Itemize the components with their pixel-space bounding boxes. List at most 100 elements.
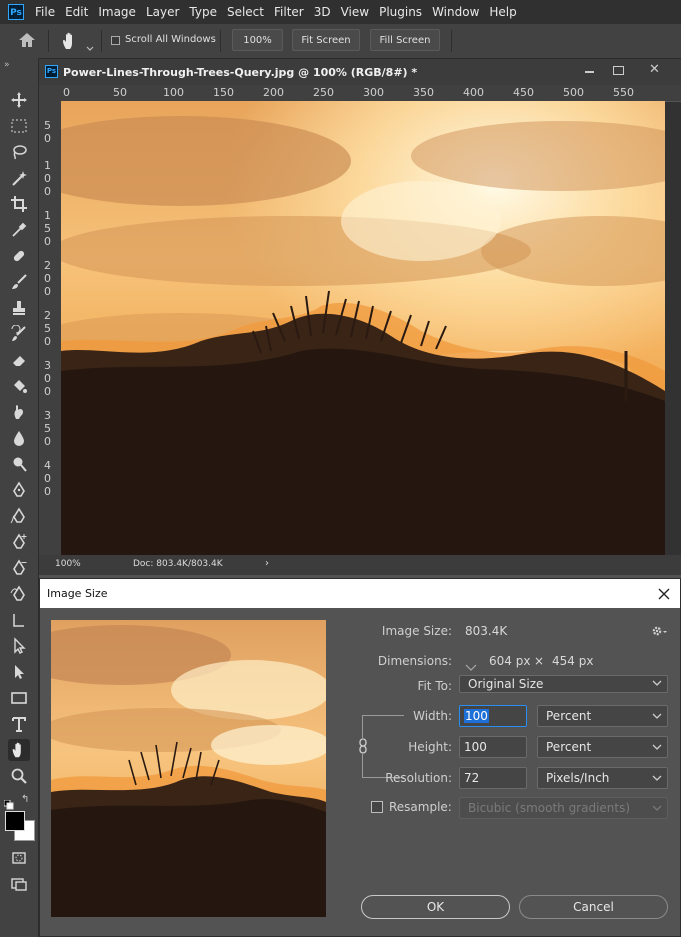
dodge-tool-icon[interactable] xyxy=(8,453,30,475)
move-tool-icon[interactable] xyxy=(8,89,30,111)
chevron-right-icon[interactable]: › xyxy=(265,558,269,569)
ruler-tick: 350 xyxy=(413,86,434,99)
close-icon[interactable] xyxy=(658,585,670,604)
height-input[interactable]: 100 xyxy=(459,736,527,758)
lasso-tool-icon[interactable] xyxy=(8,141,30,163)
eyedropper-tool-icon[interactable] xyxy=(8,219,30,241)
separator xyxy=(220,30,221,52)
dimensions-height: 454 px xyxy=(552,654,594,668)
width-unit-select[interactable]: Percent xyxy=(537,705,668,727)
fill-screen-button[interactable]: Fill Screen xyxy=(370,29,440,51)
menu-select[interactable]: Select xyxy=(222,0,269,24)
menu-type[interactable]: Type xyxy=(184,0,222,24)
resample-method-select[interactable]: Bicubic (smooth gradients) xyxy=(459,797,668,819)
ruler-origin[interactable] xyxy=(39,85,61,101)
dimensions-label: Dimensions: xyxy=(377,654,452,668)
resample-label: Resample: xyxy=(389,800,452,814)
image-size-value: 803.4K xyxy=(465,624,508,638)
ruler-tick: 200 xyxy=(44,259,51,298)
healing-brush-tool-icon[interactable] xyxy=(8,245,30,267)
swap-colors-icon[interactable]: ↰ xyxy=(21,794,29,805)
menu-3d[interactable]: 3D xyxy=(309,0,336,24)
convert-point-tool-icon[interactable] xyxy=(8,609,30,631)
menu-filter[interactable]: Filter xyxy=(269,0,309,24)
eraser-tool-icon[interactable] xyxy=(8,349,30,371)
restore-icon[interactable] xyxy=(613,66,624,75)
menu-edit[interactable]: Edit xyxy=(60,0,93,24)
magic-wand-tool-icon[interactable] xyxy=(8,167,30,189)
pen-tool-icon[interactable] xyxy=(8,479,30,501)
image-canvas[interactable] xyxy=(61,101,665,555)
gear-icon[interactable] xyxy=(651,623,667,642)
chevron-down-icon[interactable] xyxy=(86,37,94,56)
chevron-down-icon xyxy=(652,805,662,811)
quick-mask-icon[interactable] xyxy=(8,847,30,869)
separator xyxy=(451,30,452,52)
ruler-tick: 300 xyxy=(363,86,384,99)
curvature-pen-tool-icon[interactable] xyxy=(8,583,30,605)
chevron-down-icon[interactable] xyxy=(465,657,477,676)
menu-layer[interactable]: Layer xyxy=(141,0,184,24)
width-unit-value: Percent xyxy=(546,709,592,723)
ruler-tick: 0 xyxy=(63,86,70,99)
height-unit-select[interactable]: Percent xyxy=(537,736,668,758)
collapse-panel-icon[interactable]: » xyxy=(4,60,10,70)
rectangle-tool-icon[interactable] xyxy=(8,687,30,709)
zoom-100-button[interactable]: 100% xyxy=(232,29,283,51)
document-window: Ps Power-Lines-Through-Trees-Query.jpg @… xyxy=(39,59,681,575)
close-icon[interactable]: ✕ xyxy=(649,62,660,77)
height-unit-value: Percent xyxy=(546,740,592,754)
menu-window[interactable]: Window xyxy=(427,0,484,24)
document-tab[interactable]: Ps Power-Lines-Through-Trees-Query.jpg @… xyxy=(39,59,681,85)
direct-selection-tool-icon[interactable] xyxy=(8,661,30,683)
ruler-tick: 200 xyxy=(263,86,284,99)
menu-plugins[interactable]: Plugins xyxy=(374,0,427,24)
menu-help[interactable]: Help xyxy=(484,0,521,24)
ruler-tick: 450 xyxy=(513,86,534,99)
add-anchor-point-tool-icon[interactable] xyxy=(8,531,30,553)
paint-bucket-tool-icon[interactable] xyxy=(8,375,30,397)
delete-anchor-point-tool-icon[interactable] xyxy=(8,557,30,579)
resample-method-value: Bicubic (smooth gradients) xyxy=(468,801,631,815)
foreground-color-swatch[interactable] xyxy=(5,811,25,831)
dialog-titlebar[interactable]: Image Size xyxy=(40,579,680,608)
freeform-pen-tool-icon[interactable] xyxy=(8,505,30,527)
scroll-all-windows-checkbox[interactable] xyxy=(111,36,120,45)
history-brush-tool-icon[interactable] xyxy=(8,323,30,345)
home-icon[interactable] xyxy=(18,32,36,52)
ps-document-icon: Ps xyxy=(45,65,58,78)
marquee-tool-icon[interactable] xyxy=(8,115,30,137)
crop-tool-icon[interactable] xyxy=(8,193,30,215)
screen-mode-icon[interactable] xyxy=(8,873,30,895)
minimize-icon[interactable] xyxy=(585,71,594,73)
zoom-tool-icon[interactable] xyxy=(8,765,30,787)
fit-to-select[interactable]: Original Size xyxy=(459,675,668,693)
resample-checkbox[interactable] xyxy=(371,801,383,813)
smudge-tool-icon[interactable] xyxy=(8,401,30,423)
preview-thumbnail xyxy=(51,620,326,917)
width-input[interactable]: 100 xyxy=(459,705,527,727)
ok-button[interactable]: OK xyxy=(361,895,510,919)
menu-image[interactable]: Image xyxy=(93,0,141,24)
hand-tool-icon[interactable] xyxy=(8,739,30,761)
image-preview[interactable] xyxy=(51,620,326,917)
resolution-input[interactable]: 72 xyxy=(459,767,527,789)
zoom-level[interactable]: 100% xyxy=(55,559,81,569)
resolution-unit-select[interactable]: Pixels/Inch xyxy=(537,767,668,789)
hand-tool-preset-icon[interactable] xyxy=(60,31,80,55)
menu-file[interactable]: File xyxy=(30,0,60,24)
brush-tool-icon[interactable] xyxy=(8,271,30,293)
menu-bar: Ps File Edit Image Layer Type Select Fil… xyxy=(0,0,681,24)
type-tool-icon[interactable] xyxy=(8,713,30,735)
menu-view[interactable]: View xyxy=(336,0,374,24)
cancel-button[interactable]: Cancel xyxy=(519,895,668,919)
blur-tool-icon[interactable] xyxy=(8,427,30,449)
constrain-proportions-icon[interactable] xyxy=(358,738,368,754)
clone-stamp-tool-icon[interactable] xyxy=(8,297,30,319)
chevron-down-icon xyxy=(652,775,662,781)
vertical-ruler: 50 100 150 200 250 300 350 400 xyxy=(39,101,62,555)
path-selection-tool-icon[interactable] xyxy=(8,635,30,657)
ruler-tick: 400 xyxy=(44,459,51,498)
fit-screen-button[interactable]: Fit Screen xyxy=(292,29,360,51)
ruler-tick: 150 xyxy=(213,86,234,99)
